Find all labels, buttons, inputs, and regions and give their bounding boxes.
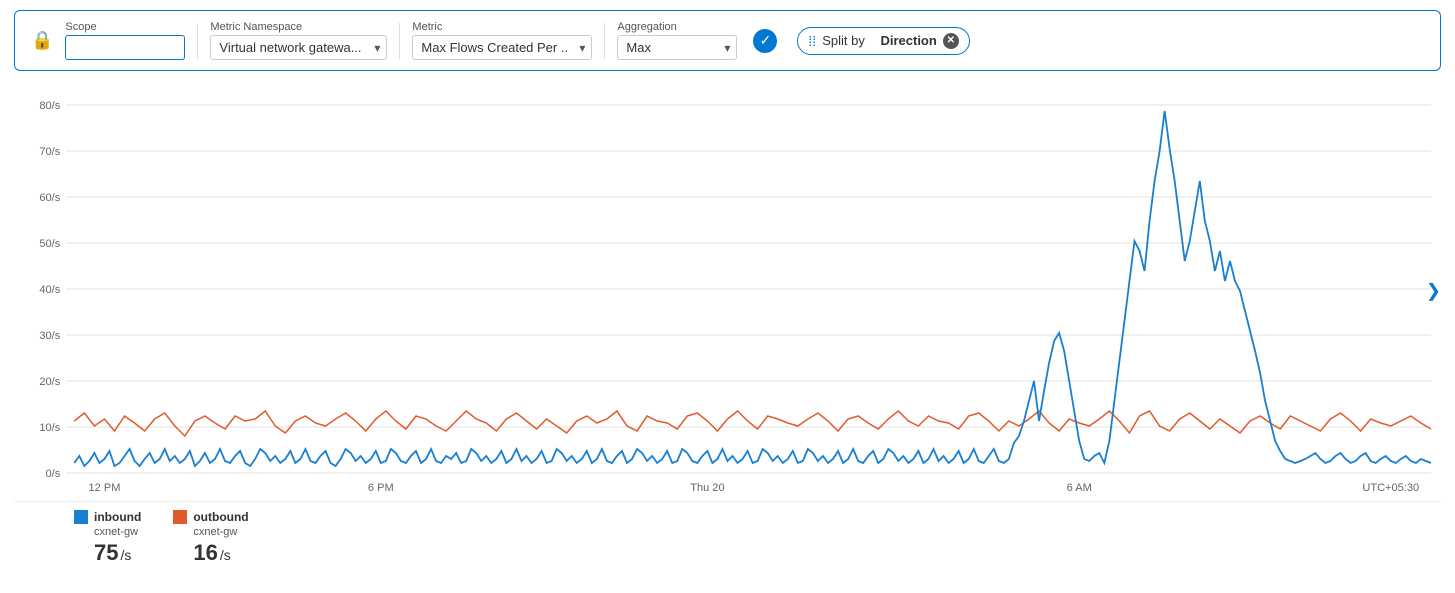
split-by-value: Direction <box>880 33 936 48</box>
metric-namespace-field: Metric Namespace Virtual network gatewa.… <box>210 21 387 60</box>
svg-text:Thu 20: Thu 20 <box>690 482 724 494</box>
divider-3 <box>604 23 605 59</box>
svg-text:30/s: 30/s <box>39 330 60 342</box>
svg-text:6 AM: 6 AM <box>1067 482 1092 494</box>
scope-label: Scope <box>65 21 185 33</box>
chart-expand-button[interactable]: ❯ <box>1426 281 1441 302</box>
aggregation-field: Aggregation Max <box>617 21 737 60</box>
metric-namespace-select[interactable]: Virtual network gatewa... <box>210 35 387 60</box>
metric-select-wrapper: Max Flows Created Per ... <box>412 35 592 60</box>
split-by-label: Split by <box>822 33 865 48</box>
split-by-icon: ⁞⁞ <box>808 33 816 49</box>
legend-inbound-unit: /s <box>120 547 131 563</box>
legend-item-outbound: outbound cxnet-gw 16/s <box>173 510 248 566</box>
svg-text:50/s: 50/s <box>39 238 60 250</box>
svg-text:70/s: 70/s <box>39 146 60 158</box>
metric-label: Metric <box>412 21 592 33</box>
svg-text:6 PM: 6 PM <box>368 482 394 494</box>
legend-outbound-value: 16/s <box>193 540 248 566</box>
split-by-equals <box>871 33 875 48</box>
metric-namespace-label: Metric Namespace <box>210 21 387 33</box>
svg-text:0/s: 0/s <box>45 468 60 480</box>
svg-text:60/s: 60/s <box>39 192 60 204</box>
confirm-icon[interactable]: ✓ <box>753 29 777 53</box>
legend-outbound-unit: /s <box>220 547 231 563</box>
svg-text:12 PM: 12 PM <box>88 482 120 494</box>
legend-inbound-subtitle: cxnet-gw <box>94 526 141 538</box>
legend-outbound-title: outbound <box>193 510 248 524</box>
legend-inbound-title-row: inbound <box>74 510 141 524</box>
metrics-toolbar: 🔒 Scope cxnet-gw Metric Namespace Virtua… <box>14 10 1441 71</box>
svg-text:80/s: 80/s <box>39 100 60 112</box>
legend-inbound-color <box>74 510 88 524</box>
split-by-tag: ⁞⁞ Split by Direction ✕ <box>797 27 969 55</box>
metric-select[interactable]: Max Flows Created Per ... <box>412 35 592 60</box>
aggregation-select-wrapper: Max <box>617 35 737 60</box>
legend-area: inbound cxnet-gw 75/s outbound cxnet-gw … <box>14 501 1441 574</box>
scope-input[interactable]: cxnet-gw <box>65 35 185 60</box>
svg-text:UTC+05:30: UTC+05:30 <box>1362 482 1419 494</box>
legend-inbound-title: inbound <box>94 510 141 524</box>
metric-namespace-select-wrapper: Virtual network gatewa... <box>210 35 387 60</box>
scope-field: Scope cxnet-gw <box>65 21 185 60</box>
divider-1 <box>197 23 198 59</box>
chart-area: .y-label { font-family: 'Segoe UI', Aria… <box>14 81 1441 501</box>
chart-svg: .y-label { font-family: 'Segoe UI', Aria… <box>14 81 1441 501</box>
aggregation-label: Aggregation <box>617 21 737 33</box>
legend-inbound-value: 75/s <box>94 540 141 566</box>
svg-text:40/s: 40/s <box>39 284 60 296</box>
lock-icon: 🔒 <box>31 30 53 51</box>
legend-item-inbound: inbound cxnet-gw 75/s <box>74 510 141 566</box>
aggregation-select[interactable]: Max <box>617 35 737 60</box>
svg-text:10/s: 10/s <box>39 422 60 434</box>
outbound-line <box>74 411 1431 436</box>
legend-outbound-title-row: outbound <box>173 510 248 524</box>
metric-field: Metric Max Flows Created Per ... <box>412 21 592 60</box>
legend-outbound-subtitle: cxnet-gw <box>193 526 248 538</box>
svg-text:20/s: 20/s <box>39 376 60 388</box>
split-by-close-button[interactable]: ✕ <box>943 33 959 49</box>
legend-outbound-color <box>173 510 187 524</box>
divider-2 <box>399 23 400 59</box>
